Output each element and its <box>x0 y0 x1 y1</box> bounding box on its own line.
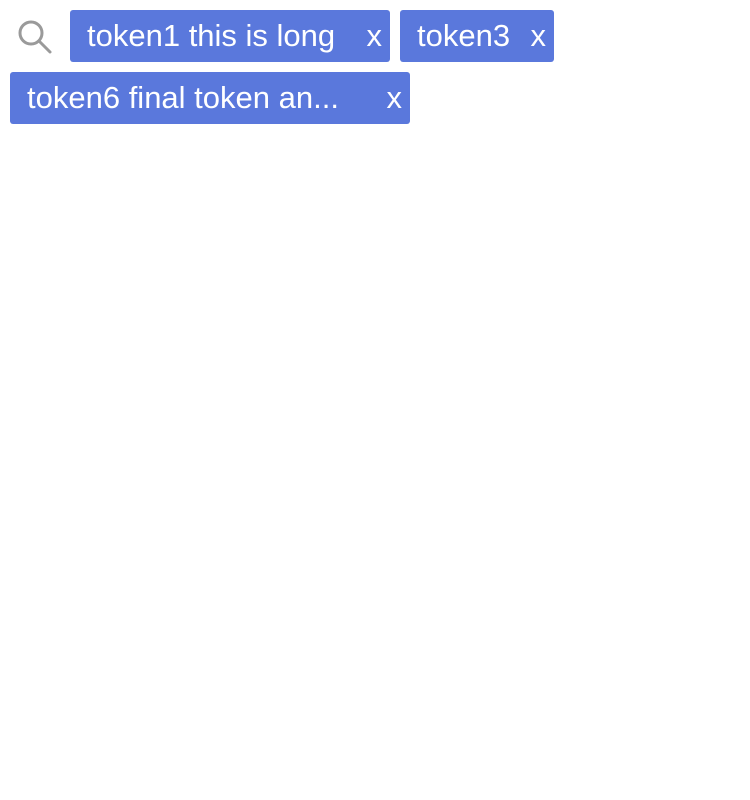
token-chip[interactable]: token1 this is long x <box>70 10 390 62</box>
token-remove-button[interactable]: x <box>531 10 547 62</box>
token-chip[interactable]: token6 final token an... x <box>10 72 410 124</box>
token-remove-button[interactable]: x <box>387 72 403 124</box>
token-label: token1 this is long <box>87 18 336 53</box>
token-search-field[interactable]: token1 this is long x token3 x token6 fi… <box>0 0 750 800</box>
token-label: token6 final token an... <box>27 80 339 115</box>
token-remove-button[interactable]: x <box>367 10 383 62</box>
token-label: token3 <box>417 18 511 53</box>
token-chip[interactable]: token3 x <box>400 10 554 62</box>
search-icon <box>16 18 54 56</box>
